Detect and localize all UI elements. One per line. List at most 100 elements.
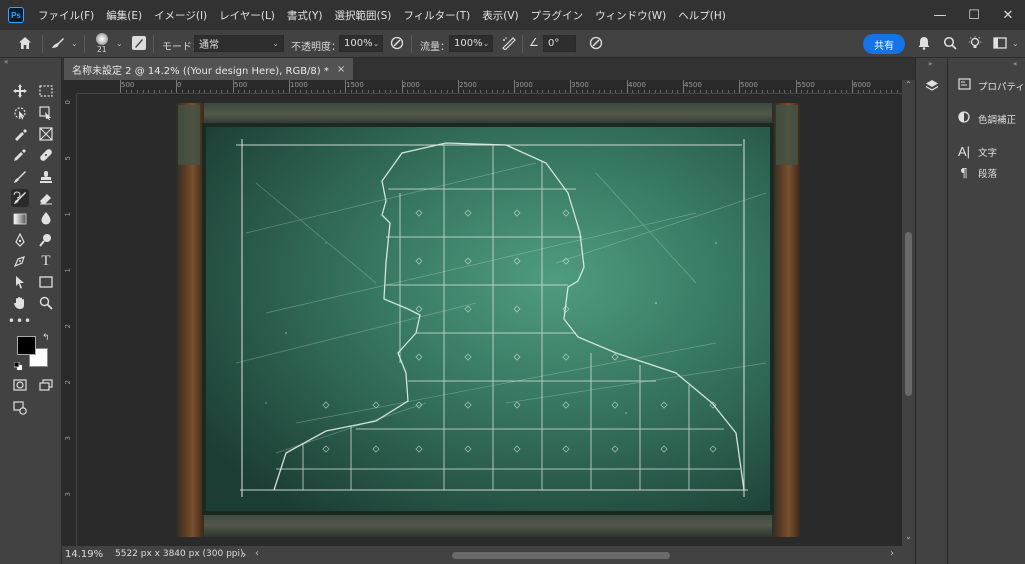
ruler-origin[interactable] — [62, 80, 77, 94]
ruler-label: 5 — [64, 156, 72, 161]
zoom-tool-icon[interactable] — [37, 294, 55, 312]
ruler-tick — [288, 80, 290, 93]
move-tool-icon[interactable] — [11, 82, 29, 100]
minimize-button[interactable]: — — [923, 0, 957, 30]
home-icon[interactable] — [18, 36, 32, 50]
menu-select[interactable]: 選択範囲(S) — [329, 8, 398, 23]
menu-view[interactable]: 表示(V) — [476, 8, 524, 23]
menu-type[interactable]: 書式(Y) — [281, 8, 329, 23]
maximize-button[interactable]: ☐ — [957, 0, 991, 30]
status-menu-arrow[interactable]: › — [242, 548, 246, 561]
lightbulb-icon[interactable] — [968, 36, 982, 50]
notification-bell-icon[interactable] — [917, 36, 931, 50]
history-brush-icon[interactable] — [9, 187, 31, 209]
zoom-level[interactable]: 14.19% — [65, 549, 103, 560]
menu-layer[interactable]: レイヤー(L) — [213, 8, 281, 23]
opacity-field[interactable]: 100% ⌄ — [339, 35, 383, 52]
menu-file[interactable]: ファイル(F) — [32, 8, 100, 23]
screen-mode-icon[interactable] — [37, 376, 55, 394]
quick-mask-icon[interactable] — [11, 376, 29, 394]
ruler-tick — [418, 90, 420, 93]
adjustments-panel-tab[interactable]: 色調補正 — [956, 111, 1016, 126]
ruler-label: 0 — [177, 81, 182, 89]
freeform-pen-icon[interactable] — [11, 252, 29, 270]
collapse-arrows-icon[interactable]: » — [928, 60, 932, 68]
frame-tool-icon[interactable] — [37, 125, 55, 143]
healing-brush-icon[interactable] — [37, 146, 55, 164]
menu-plugins[interactable]: プラグイン — [525, 8, 590, 23]
chevron-down-icon[interactable]: ⌄ — [116, 39, 123, 48]
chalkboard-artwork[interactable] — [176, 103, 800, 537]
vertical-scrollbar-thumb[interactable] — [905, 232, 912, 396]
default-colors-icon[interactable] — [13, 360, 22, 370]
ruler-tick — [621, 90, 623, 93]
collapse-arrows-icon[interactable]: « — [1013, 60, 1017, 68]
document-tab[interactable]: 名称未設定 2 @ 14.2% ((Your design Here), RGB… — [64, 58, 354, 80]
close-window-button[interactable]: ✕ — [991, 0, 1025, 30]
object-selection-icon[interactable] — [37, 104, 55, 122]
pen-tool-icon[interactable] — [11, 231, 29, 249]
scroll-up-icon[interactable]: ⌃ — [905, 80, 912, 89]
brush-tool-preset-icon[interactable] — [50, 36, 66, 50]
mode-select[interactable]: 通常 ⌄ — [194, 35, 284, 52]
eraser-tool-icon[interactable] — [37, 189, 55, 207]
content-credentials-icon[interactable] — [11, 399, 29, 417]
path-select-icon[interactable] — [11, 273, 29, 291]
swap-colors-icon[interactable]: ↰ — [42, 333, 50, 343]
angle-field[interactable]: 0° — [543, 35, 576, 52]
horizontal-scrollbar-thumb[interactable] — [452, 552, 670, 559]
rectangle-tool-icon[interactable] — [37, 273, 55, 291]
ruler-tick — [243, 90, 245, 93]
properties-panel-tab[interactable]: プロパティ — [956, 78, 1025, 93]
character-panel-tab[interactable]: A| 文字 — [956, 144, 997, 159]
options-bar: ⌄ 21 ⌄ モード： 通常 ⌄ 不透明度： 100% ⌄ 流量： 100% ⌄… — [0, 30, 1025, 58]
menu-help[interactable]: ヘルプ(H) — [672, 8, 732, 23]
ruler-tick — [744, 90, 746, 93]
angle-icon: ∠ — [529, 36, 539, 49]
menu-window[interactable]: ウィンドウ(W) — [589, 8, 672, 23]
horizontal-scrollbar[interactable] — [327, 550, 957, 560]
foreground-color-swatch[interactable] — [17, 336, 36, 355]
scroll-left-icon[interactable]: ‹ — [255, 548, 259, 559]
stamp-tool-icon[interactable] — [37, 168, 55, 186]
layers-icon[interactable] — [925, 79, 939, 93]
brush-preview-icon[interactable] — [96, 33, 108, 45]
ruler-tick — [868, 90, 870, 93]
gradient-tool-icon[interactable] — [11, 210, 29, 228]
vertical-ruler[interactable]: 0 5 1 1 2 2 3 3 — [62, 94, 77, 546]
crop-pen-icon[interactable] — [11, 125, 29, 143]
paragraph-panel-tab[interactable]: ¶ 段落 — [956, 166, 997, 180]
workspace-icon[interactable] — [993, 36, 1007, 50]
menu-edit[interactable]: 編集(E) — [100, 8, 148, 23]
hand-tool-icon[interactable] — [11, 294, 29, 312]
airbrush-icon[interactable] — [501, 36, 517, 50]
horizontal-ruler[interactable]: 500 0 500 1000 1500 2000 2500 3000 3500 … — [77, 80, 960, 94]
vertical-scrollbar[interactable]: ⌃ ⌄ — [902, 80, 915, 546]
canvas-area[interactable] — [77, 94, 902, 546]
search-icon[interactable] — [943, 36, 957, 50]
eyedropper-tool-icon[interactable] — [11, 146, 29, 164]
dodge-tool-icon[interactable] — [37, 231, 55, 249]
menu-image[interactable]: イメージ(I) — [148, 8, 213, 23]
scroll-down-icon[interactable]: ⌄ — [905, 532, 912, 541]
more-tools-icon[interactable]: ••• — [8, 312, 31, 330]
scroll-right-icon[interactable]: › — [890, 548, 894, 559]
opacity-value: 100% — [344, 38, 373, 49]
blur-tool-icon[interactable] — [37, 210, 55, 228]
collapse-arrows-icon[interactable]: « — [4, 58, 8, 66]
ruler-tick — [547, 90, 549, 93]
close-tab-icon[interactable]: × — [337, 64, 345, 75]
object-select-tool-icon[interactable] — [11, 104, 29, 122]
menu-filter[interactable]: フィルター(T) — [397, 8, 476, 23]
marquee-tool-icon[interactable] — [37, 82, 55, 100]
type-tool-icon[interactable]: T — [37, 252, 55, 270]
ruler-tick — [148, 90, 150, 93]
share-button[interactable]: 共有 — [863, 34, 905, 54]
pressure-size-icon[interactable] — [589, 36, 603, 50]
chevron-down-icon[interactable]: ⌄ — [71, 39, 78, 48]
brush-settings-icon[interactable] — [132, 36, 146, 50]
brush-tool-icon[interactable] — [11, 168, 29, 186]
pressure-opacity-icon[interactable] — [390, 36, 404, 50]
chevron-down-icon[interactable]: ⌄ — [1012, 39, 1019, 48]
flow-field[interactable]: 100% ⌄ — [449, 35, 493, 52]
